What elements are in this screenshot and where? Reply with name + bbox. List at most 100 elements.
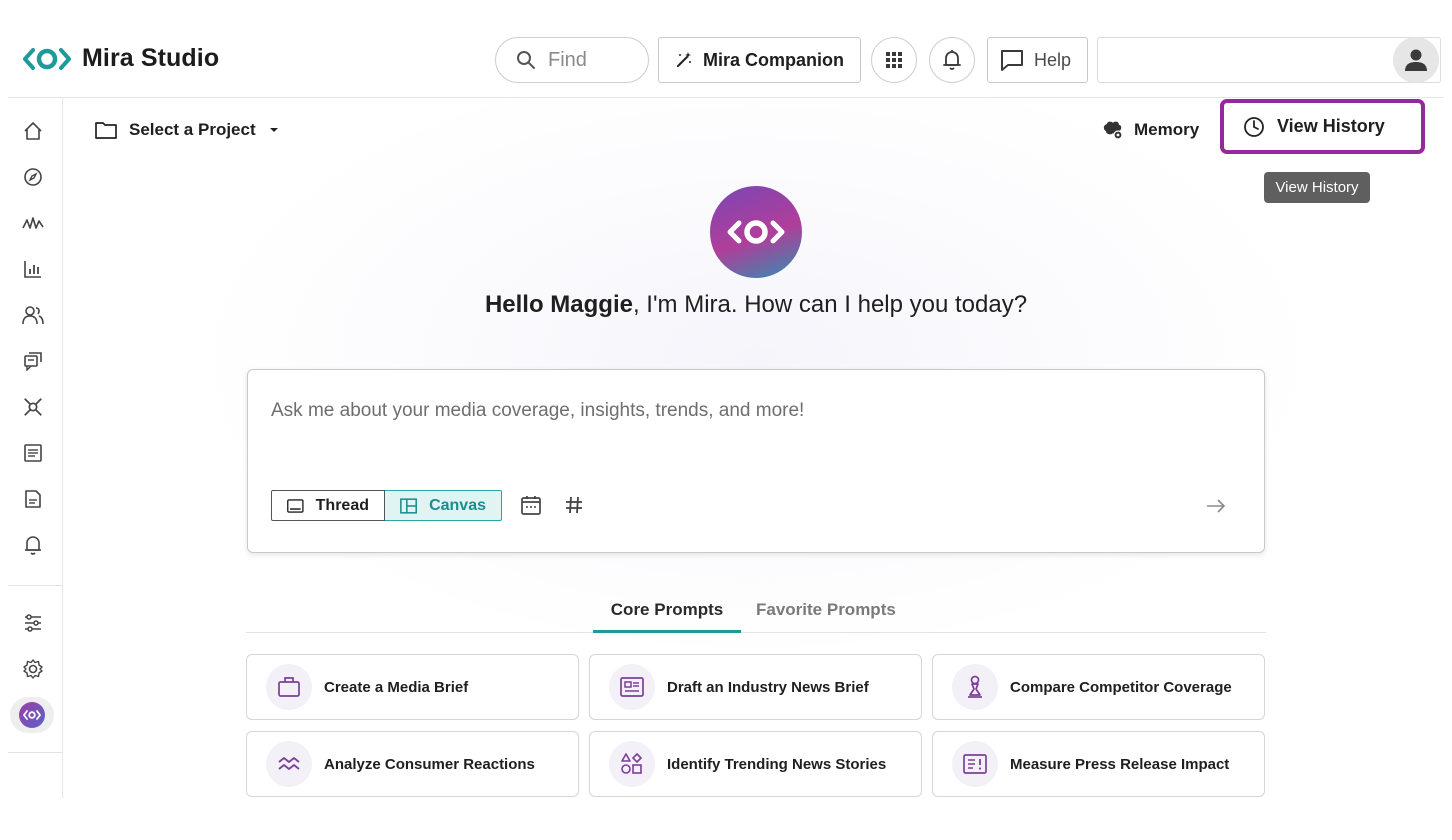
help-button[interactable]: Help: [987, 37, 1088, 83]
search-icon: [517, 51, 535, 69]
network-icon: [24, 398, 42, 416]
prompt-card[interactable]: Create a Media Brief: [246, 654, 579, 720]
tab-core-prompts[interactable]: Core Prompts: [593, 600, 741, 633]
thread-mode-label: Thread: [315, 496, 369, 514]
bell-icon: [943, 50, 961, 70]
greeting-name: Hello Maggie: [484, 291, 633, 318]
sidebar-item-reports[interactable]: [22, 488, 44, 510]
caret-down-icon: [269, 128, 278, 132]
sidebar-item-conversations[interactable]: [22, 350, 44, 372]
prompt-card-label: Create a Media Brief: [324, 678, 469, 696]
sidebar-item-home[interactable]: [22, 120, 44, 142]
chat-bubble-icon: [1001, 50, 1023, 71]
date-range-button[interactable]: [519, 493, 543, 517]
sidebar-divider: [8, 752, 63, 753]
sidebar-mira-button[interactable]: [10, 697, 54, 733]
sidebar-item-settings[interactable]: [22, 658, 44, 680]
notifications-button[interactable]: [929, 37, 975, 83]
tab-favorite-prompts[interactable]: Favorite Prompts: [756, 600, 896, 633]
search-box[interactable]: [495, 37, 649, 83]
bar-chart-icon: [24, 261, 41, 278]
project-selector[interactable]: Select a Project: [95, 120, 280, 140]
brand[interactable]: Mira Studio: [22, 44, 219, 73]
prompt-card-label: Draft an Industry News Brief: [667, 678, 869, 696]
mira-logo-icon: [727, 220, 785, 244]
view-history-tooltip: View History: [1264, 172, 1370, 203]
project-selector-label: Select a Project: [129, 120, 256, 139]
account-selector[interactable]: [1097, 37, 1441, 83]
prompt-tabs: Core Prompts Favorite Prompts: [246, 596, 1266, 633]
compass-icon: [24, 168, 42, 186]
top-bar: Mira Studio Mira Companion: [0, 0, 1452, 98]
magic-wand-icon: [676, 52, 691, 67]
sliders-icon: [25, 614, 41, 632]
mira-hero-logo: [710, 186, 802, 278]
sidebar-item-explore[interactable]: [22, 166, 44, 188]
mira-companion-button[interactable]: Mira Companion: [658, 37, 861, 83]
prompt-composer: Thread Canvas: [247, 369, 1265, 553]
press-release-icon: [952, 741, 998, 787]
brain-gear-icon: [1103, 121, 1123, 140]
sidebar-item-people[interactable]: [22, 304, 44, 326]
sidebar-item-preferences[interactable]: [22, 612, 44, 634]
canvas-mode-label: Canvas: [429, 496, 486, 514]
memory-button[interactable]: Memory: [1102, 120, 1199, 140]
report-icon: [25, 490, 41, 508]
greeting: Hello Maggie, I'm Mira. How can I help y…: [64, 291, 1444, 319]
chess-icon: [952, 664, 998, 710]
home-icon: [24, 122, 42, 140]
prompt-card-label: Analyze Consumer Reactions: [324, 755, 535, 773]
thread-icon: [287, 498, 304, 513]
view-history-label: View History: [1277, 116, 1385, 136]
newsletter-icon: [24, 444, 42, 462]
activity-icon: [22, 217, 44, 229]
folder-icon: [95, 122, 117, 139]
thread-mode-button[interactable]: Thread: [271, 490, 385, 521]
user-avatar[interactable]: [1393, 37, 1439, 83]
prompt-card-label: Compare Competitor Coverage: [1010, 678, 1232, 696]
sidebar-item-alerts[interactable]: [22, 534, 44, 556]
settings-icon: [23, 659, 43, 679]
prompt-card[interactable]: Identify Trending News Stories: [589, 731, 922, 797]
user-icon: [1405, 49, 1427, 71]
prompt-card[interactable]: Measure Press Release Impact: [932, 731, 1265, 797]
main-content: Select a Project Memory View History Vie…: [64, 98, 1444, 840]
sidebar-item-analytics[interactable]: [22, 258, 44, 280]
prompt-card[interactable]: Draft an Industry News Brief: [589, 654, 922, 720]
sidebar: [8, 98, 63, 798]
prompt-input[interactable]: [271, 400, 1171, 422]
send-button[interactable]: [1204, 494, 1228, 518]
arrow-right-icon: [1207, 499, 1226, 513]
shapes-icon: [609, 741, 655, 787]
people-icon: [22, 306, 44, 325]
chat-icon: [24, 352, 42, 371]
prompt-card-label: Measure Press Release Impact: [1010, 755, 1230, 773]
prompt-card-label: Identify Trending News Stories: [667, 755, 887, 773]
mode-toggle: Thread Canvas: [271, 490, 502, 521]
canvas-mode-button[interactable]: Canvas: [385, 490, 502, 521]
memory-label: Memory: [1134, 120, 1200, 139]
apps-grid-button[interactable]: [871, 37, 917, 83]
canvas-icon: [400, 497, 417, 514]
mira-logo-icon: [23, 47, 71, 70]
app-name: Mira Studio: [82, 44, 220, 72]
sidebar-item-newsletters[interactable]: [22, 442, 44, 464]
sidebar-item-monitor[interactable]: [22, 212, 44, 234]
bell-icon: [25, 536, 41, 555]
sidebar-divider: [8, 585, 63, 586]
prompt-card[interactable]: Compare Competitor Coverage: [932, 654, 1265, 720]
view-history-button[interactable]: View History: [1220, 99, 1425, 154]
hashtag-icon: [566, 496, 582, 514]
trend-wave-icon: [266, 741, 312, 787]
prompt-card[interactable]: Analyze Consumer Reactions: [246, 731, 579, 797]
mira-companion-label: Mira Companion: [702, 49, 844, 70]
search-input[interactable]: [548, 48, 638, 72]
sidebar-item-network[interactable]: [22, 396, 44, 418]
greeting-text: , I'm Mira. How can I help you today?: [632, 291, 1028, 318]
hashtag-button[interactable]: [562, 493, 586, 517]
help-label: Help: [1034, 49, 1072, 70]
briefcase-icon: [266, 664, 312, 710]
calendar-icon: [521, 496, 541, 515]
newspaper-icon: [609, 664, 655, 710]
mira-logo-icon: [19, 702, 45, 728]
